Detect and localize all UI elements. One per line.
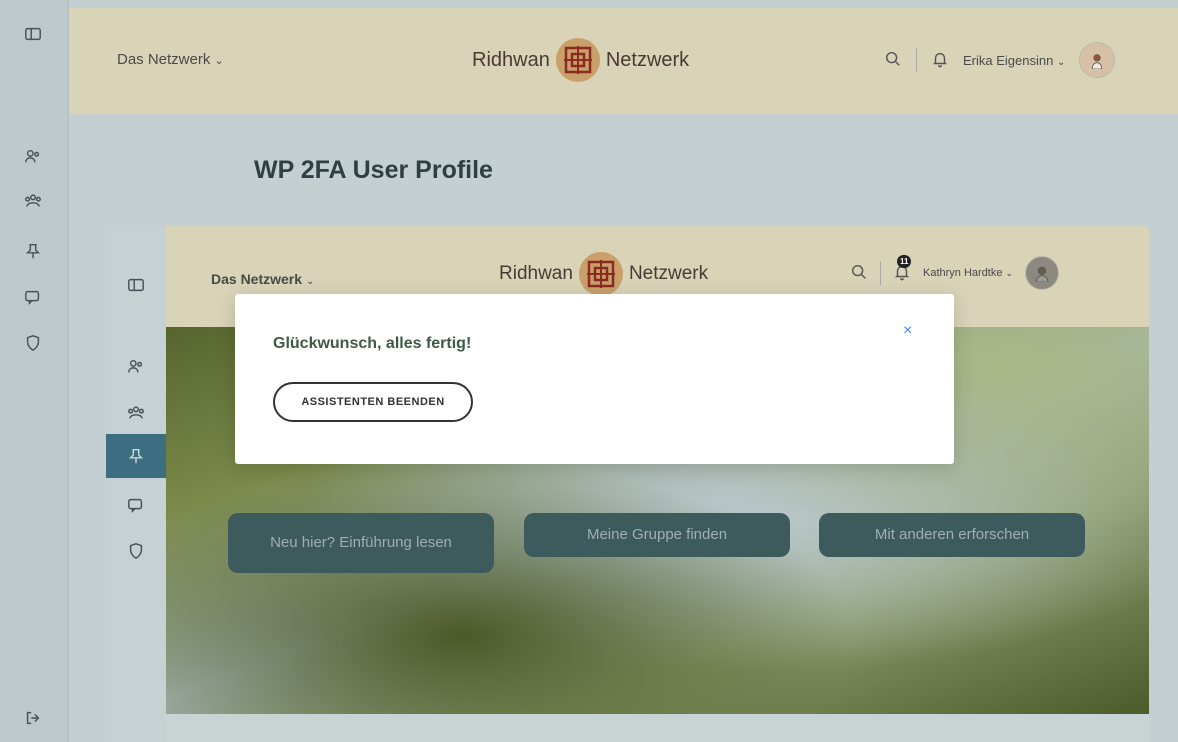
search-icon[interactable] <box>850 263 868 284</box>
bell-icon[interactable]: 11 <box>893 254 912 284</box>
logo-text-right: Netzwerk <box>628 263 709 284</box>
site-logo[interactable]: Ridhwan Netzwerk <box>499 252 708 296</box>
members-icon[interactable] <box>125 356 147 378</box>
network-menu-label: Das Netzwerk <box>117 51 211 68</box>
avatar[interactable] <box>1025 256 1060 290</box>
bell-icon[interactable] <box>931 50 949 71</box>
shield-icon[interactable] <box>22 332 44 354</box>
header-actions: Erika Eigensinn ⌄ <box>884 42 1116 78</box>
finish-wizard-button[interactable]: ASSISTENTEN BEENDEN <box>273 382 473 422</box>
pin-icon[interactable] <box>22 240 44 262</box>
chevron-down-icon: ⌄ <box>1005 268 1014 278</box>
divider <box>916 48 917 72</box>
outer-sidebar <box>0 0 69 742</box>
chevron-down-icon: ⌄ <box>305 276 315 287</box>
completion-modal: Glückwunsch, alles fertig! × ASSISTENTEN… <box>235 294 954 464</box>
shield-icon[interactable] <box>125 540 147 562</box>
site-logo[interactable]: Ridhwan Netzwerk <box>472 38 689 82</box>
intro-button[interactable]: Neu hier? Einführung lesen <box>228 513 494 573</box>
network-menu[interactable]: Das Netzwerk ⌄ <box>117 51 224 68</box>
logo-text-right: Netzwerk <box>605 48 690 71</box>
chevron-down-icon: ⌄ <box>214 55 224 67</box>
modal-title: Glückwunsch, alles fertig! <box>273 335 472 352</box>
page-title: WP 2FA User Profile <box>254 156 493 184</box>
pin-icon <box>125 445 147 467</box>
divider <box>880 261 881 285</box>
network-menu[interactable]: Das Netzwerk ⌄ <box>211 271 314 287</box>
knot-logo-icon <box>578 252 623 296</box>
chevron-down-icon: ⌄ <box>1056 56 1066 68</box>
members-icon[interactable] <box>22 146 44 168</box>
groups-icon[interactable] <box>125 402 147 424</box>
user-name: Kathryn Hardtke <box>923 267 1003 279</box>
panel-toggle-icon[interactable] <box>22 23 44 45</box>
search-icon[interactable] <box>884 50 902 71</box>
logo-text-left: Ridhwan <box>472 48 550 71</box>
user-menu[interactable]: Erika Eigensinn ⌄ <box>963 53 1065 68</box>
logout-icon[interactable] <box>22 707 44 729</box>
network-menu-label: Das Netzwerk <box>211 271 303 287</box>
messages-icon[interactable] <box>125 494 147 516</box>
close-icon[interactable]: × <box>903 322 912 340</box>
panel-toggle-icon[interactable] <box>125 274 147 296</box>
inner-sidebar <box>106 226 166 742</box>
user-name: Erika Eigensinn <box>963 52 1054 68</box>
header-actions: 11 Kathryn Hardtke ⌄ <box>850 254 1060 290</box>
groups-icon[interactable] <box>22 190 44 212</box>
messages-icon[interactable] <box>22 286 44 308</box>
logo-text-left: Ridhwan <box>499 263 573 284</box>
knot-logo-icon <box>555 38 600 82</box>
explore-button[interactable]: Mit anderen erforschen <box>819 513 1085 557</box>
sidebar-item-pinned-active[interactable] <box>106 434 166 478</box>
find-group-button[interactable]: Meine Gruppe finden <box>524 513 790 557</box>
user-menu[interactable]: Kathryn Hardtke ⌄ <box>923 267 1013 279</box>
avatar[interactable] <box>1079 42 1116 78</box>
notification-badge: 11 <box>897 254 912 268</box>
top-header: Das Netzwerk ⌄ Ridhwan Netzwerk Erika Ei… <box>69 8 1178 114</box>
